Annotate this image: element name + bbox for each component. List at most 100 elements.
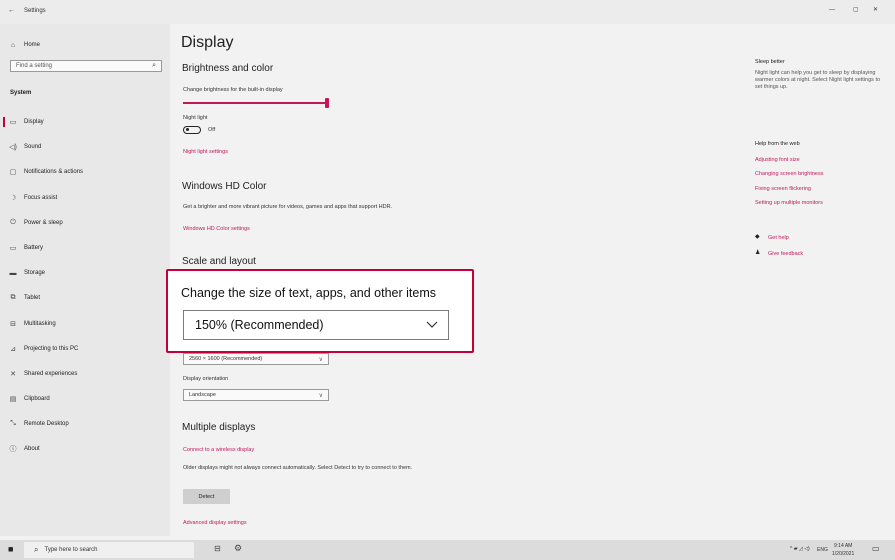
search-placeholder: Find a setting	[16, 63, 53, 69]
taskbar-search-input[interactable]: ⌕ Type here to search	[24, 542, 194, 558]
sidebar-item-label: Battery	[24, 245, 44, 251]
get-help-icon: ◆	[755, 234, 760, 240]
sidebar-item-notifications[interactable]: ▢ Notifications & actions	[0, 163, 170, 181]
orientation-value: Landscape	[189, 392, 216, 398]
hd-color-heading: Windows HD Color	[182, 181, 267, 192]
taskbar: ■ ⌕ Type here to search ⊟ ⚙ ^ ▰ ◿ ◁) ENG…	[0, 540, 895, 560]
sidebar-home-label: Home	[24, 42, 41, 48]
sidebar-item-focus-assist[interactable]: ☽ Focus assist	[0, 189, 170, 207]
clipboard-icon: ▤	[9, 396, 17, 403]
night-light-label: Night light	[183, 115, 208, 121]
multitasking-icon: ⊟	[10, 321, 16, 328]
sidebar-item-remote-desktop[interactable]: ⤡ Remote Desktop	[0, 415, 170, 433]
title-bar: ← Settings — ▢ ✕	[0, 0, 895, 24]
sidebar-item-display[interactable]: ▭ Display	[0, 113, 170, 131]
sidebar-item-label: Notifications & actions	[24, 169, 84, 175]
sidebar-item-label: Clipboard	[24, 396, 50, 402]
sidebar-item-label: Tablet	[24, 295, 41, 301]
moon-icon: ☽	[9, 195, 17, 202]
sleep-better-text: Night light can help you get to sleep by…	[755, 70, 881, 90]
sidebar-item-label: Focus assist	[24, 195, 58, 201]
search-icon: ⌕	[34, 545, 39, 554]
brightness-slider-label: Change brightness for the built-in displ…	[183, 87, 283, 93]
help-link-flickering[interactable]: Fixing screen flickering	[755, 186, 811, 192]
hd-color-description: Get a brighter and more vibrant picture …	[183, 204, 393, 210]
language-indicator[interactable]: ENG	[817, 547, 828, 553]
scale-callout: Change the size of text, apps, and other…	[166, 269, 474, 353]
notification-icon: ▢	[9, 169, 17, 176]
chevron-down-icon: ∨	[318, 357, 323, 363]
close-icon[interactable]: ✕	[873, 6, 878, 13]
sidebar-item-label: Shared experiences	[24, 371, 78, 377]
monitor-icon: ▭	[9, 119, 17, 126]
brightness-slider-thumb[interactable]	[325, 98, 329, 108]
maximize-icon[interactable]: ▢	[853, 6, 859, 13]
scale-select-value: 150% (Recommended)	[195, 318, 324, 332]
scale-select[interactable]: 150% (Recommended)	[183, 310, 449, 340]
connect-wireless-link[interactable]: Connect to a wireless display	[183, 447, 254, 453]
resolution-value: 2560 × 1600 (Recommended)	[189, 356, 263, 362]
remote-icon: ⤡	[10, 420, 16, 427]
minimize-icon[interactable]: —	[829, 7, 835, 13]
scale-heading: Scale and layout	[182, 256, 256, 267]
back-arrow-icon[interactable]: ←	[8, 7, 15, 14]
settings-gear-icon[interactable]: ⚙	[234, 543, 242, 554]
speaker-icon: ◁)	[9, 144, 17, 151]
help-link-font-size[interactable]: Adjusting font size	[755, 157, 800, 163]
action-center-icon[interactable]: ▭	[872, 544, 880, 553]
give-feedback-link[interactable]: Give feedback	[768, 251, 803, 257]
projecting-icon: ⊿	[10, 346, 16, 353]
hd-color-settings-link[interactable]: Windows HD Color settings	[183, 226, 250, 232]
multiple-displays-description: Older displays might not always connect …	[183, 465, 413, 471]
taskbar-search-placeholder: Type here to search	[44, 547, 98, 553]
task-view-icon[interactable]: ⊟	[214, 544, 221, 553]
settings-search-input[interactable]: Find a setting ⌕	[10, 60, 162, 72]
sidebar-item-label: About	[24, 446, 40, 452]
sidebar-item-sound[interactable]: ◁) Sound	[0, 138, 170, 156]
get-help-link[interactable]: Get help	[768, 235, 789, 241]
detect-button[interactable]: Detect	[183, 489, 230, 504]
sidebar-item-battery[interactable]: ▭ Battery	[0, 239, 170, 257]
sidebar-item-about[interactable]: ⓘ About	[0, 440, 170, 458]
brightness-heading: Brightness and color	[182, 63, 274, 74]
start-windows-icon[interactable]: ■	[8, 544, 13, 554]
clock-date[interactable]: 1/20/2021	[832, 551, 854, 557]
clock-time[interactable]: 9:14 AM	[834, 543, 852, 549]
sleep-better-heading: Sleep better	[755, 59, 785, 65]
system-tray-icons[interactable]: ^ ▰ ◿ ◁)	[790, 546, 810, 552]
page-title: Display	[181, 34, 234, 51]
help-link-brightness[interactable]: Changing screen brightness	[755, 171, 824, 177]
sidebar-item-storage[interactable]: ▬ Storage	[0, 264, 170, 282]
brightness-slider[interactable]	[183, 102, 327, 104]
night-light-settings-link[interactable]: Night light settings	[183, 149, 228, 155]
help-heading: Help from the web	[755, 141, 800, 147]
feedback-icon: ♟	[755, 250, 761, 256]
sidebar-item-multitasking[interactable]: ⊟ Multitasking	[0, 315, 170, 333]
orientation-select[interactable]: Landscape ∨	[183, 389, 329, 401]
sidebar-home[interactable]: ⌂ Home	[0, 36, 170, 54]
sidebar-item-label: Power & sleep	[24, 220, 63, 226]
chevron-down-icon: ∨	[318, 393, 323, 399]
scale-setting-label: Change the size of text, apps, and other…	[181, 286, 437, 300]
resolution-select[interactable]: 2560 × 1600 (Recommended) ∨	[183, 353, 329, 365]
sidebar-item-label: Remote Desktop	[24, 421, 69, 427]
window-title: Settings	[24, 8, 46, 14]
night-light-toggle[interactable]	[183, 126, 201, 134]
sidebar-item-shared[interactable]: ✕ Shared experiences	[0, 365, 170, 383]
advanced-display-link[interactable]: Advanced display settings	[183, 520, 247, 526]
sidebar-item-projecting[interactable]: ⊿ Projecting to this PC	[0, 340, 170, 358]
sidebar-item-label: Storage	[24, 270, 46, 276]
sidebar-item-tablet[interactable]: ⧉ Tablet	[0, 289, 170, 307]
sidebar-item-power[interactable]: ⏻ Power & sleep	[0, 214, 170, 232]
chevron-down-icon	[426, 321, 438, 328]
help-link-multiple-monitors[interactable]: Setting up multiple monitors	[755, 200, 823, 206]
battery-icon: ▭	[9, 245, 17, 252]
multiple-displays-heading: Multiple displays	[182, 422, 256, 433]
sidebar-item-clipboard[interactable]: ▤ Clipboard	[0, 390, 170, 408]
sidebar-item-label: Projecting to this PC	[24, 346, 79, 352]
shared-icon: ✕	[10, 371, 16, 378]
tablet-icon: ⧉	[10, 294, 16, 301]
storage-icon: ▬	[9, 269, 17, 277]
info-icon: ⓘ	[9, 446, 17, 453]
sidebar-item-label: Multitasking	[24, 321, 56, 327]
